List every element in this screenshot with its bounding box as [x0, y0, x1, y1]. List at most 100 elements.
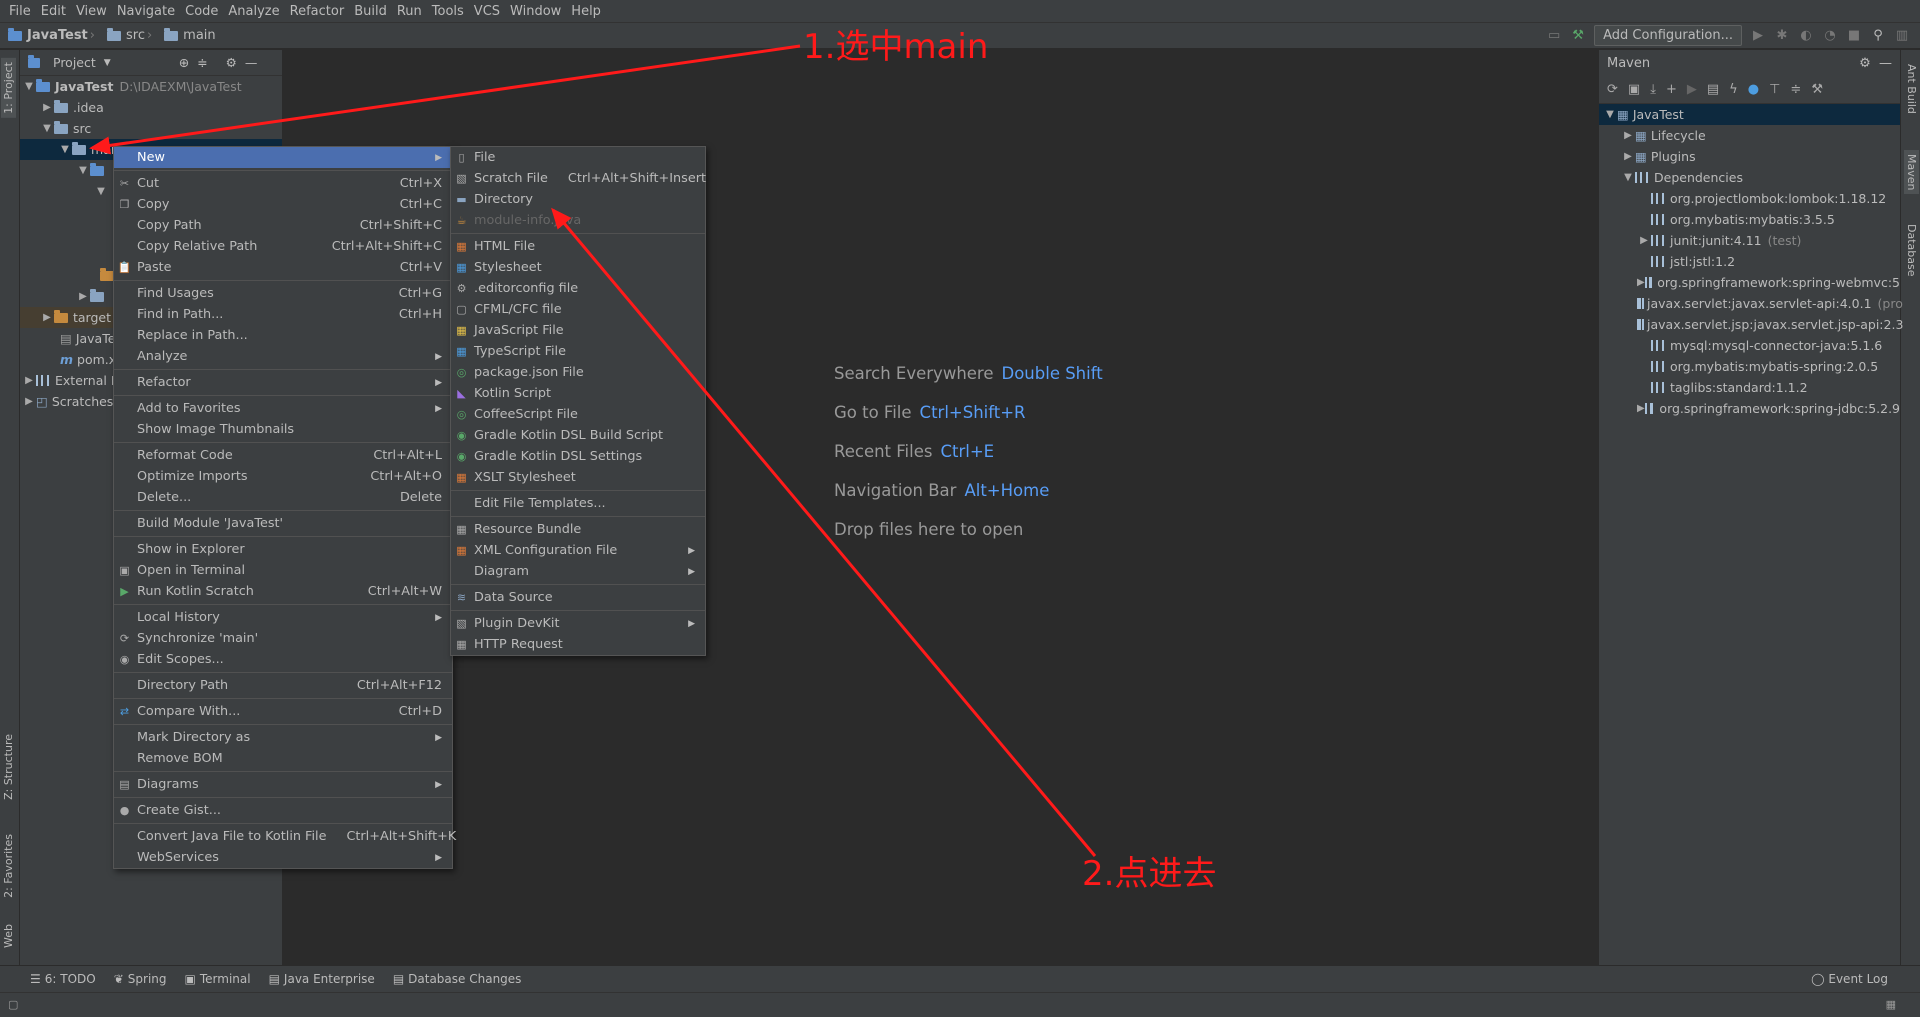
menu-item-show-in-explorer[interactable]: Show in Explorer — [114, 539, 452, 560]
menu-refactor[interactable]: Refactor — [285, 4, 350, 19]
menu-view[interactable]: View — [71, 4, 112, 19]
tree-row-src[interactable]: ▼ src — [20, 118, 282, 139]
menu-tools[interactable]: Tools — [427, 4, 469, 19]
maven-plugins[interactable]: ▶ ▦ Plugins — [1599, 146, 1900, 167]
debug-icon[interactable]: ✱ — [1774, 28, 1790, 44]
breadcrumb-project[interactable]: JavaTest › — [8, 27, 99, 43]
download-icon[interactable]: ⤓ — [1650, 82, 1656, 97]
gear-icon[interactable]: ⚙ — [226, 55, 237, 70]
menu-item-package-json-file[interactable]: ◎ package.json File — [451, 362, 705, 383]
menu-item-add-to-favorites[interactable]: Add to Favorites ▶ — [114, 398, 452, 419]
collapse-arrow-icon[interactable]: ▶ — [1637, 403, 1645, 414]
menu-item-synchronize-main[interactable]: ⟳ Synchronize 'main' — [114, 628, 452, 649]
expand-arrow-icon[interactable]: ▼ — [58, 144, 72, 155]
menu-item-paste[interactable]: 📋 Paste Ctrl+V — [114, 257, 452, 278]
tab-project[interactable]: 1: Project — [1, 58, 16, 118]
expand-arrow-icon[interactable]: ▼ — [94, 186, 108, 197]
search-icon[interactable]: ⚲ — [1870, 28, 1886, 44]
menu-item-editorconfig-file[interactable]: ⚙ .editorconfig file — [451, 278, 705, 299]
stop-icon[interactable]: ■ — [1846, 28, 1862, 44]
menu-item-diagram[interactable]: Diagram ▶ — [451, 561, 705, 582]
menu-window[interactable]: Window — [505, 4, 566, 19]
menu-analyze[interactable]: Analyze — [223, 4, 284, 19]
collapse-arrow-icon[interactable]: ▶ — [22, 396, 36, 407]
menu-item-mark-directory-as[interactable]: Mark Directory as ▶ — [114, 727, 452, 748]
menu-item-data-source[interactable]: ≋ Data Source — [451, 587, 705, 608]
reload-icon[interactable]: ⟳ — [1607, 82, 1618, 97]
run-icon[interactable]: ▶ — [1687, 82, 1697, 97]
project-view-selector[interactable]: Project — [53, 55, 96, 70]
maven-dependency-row[interactable]: ▶ junit:junit:4.11 (test) — [1599, 230, 1900, 251]
maven-dependency-row[interactable]: jstl:jstl:1.2 — [1599, 251, 1900, 272]
menu-build[interactable]: Build — [349, 4, 392, 19]
menu-item-copy-path[interactable]: Copy Path Ctrl+Shift+C — [114, 215, 452, 236]
menu-item-gradle-kotlin-dsl-build-script[interactable]: ◉ Gradle Kotlin DSL Build Script — [451, 425, 705, 446]
menu-item-optimize-imports[interactable]: Optimize Imports Ctrl+Alt+O — [114, 466, 452, 487]
menu-item-copy[interactable]: ❐ Copy Ctrl+C — [114, 194, 452, 215]
tree-row-idea[interactable]: ▶ .idea — [20, 97, 282, 118]
menu-code[interactable]: Code — [180, 4, 223, 19]
menu-item-show-image-thumbnails[interactable]: Show Image Thumbnails — [114, 419, 452, 440]
menu-item-open-in-terminal[interactable]: ▣ Open in Terminal — [114, 560, 452, 581]
menu-item-refactor[interactable]: Refactor ▶ — [114, 372, 452, 393]
maven-dependency-row[interactable]: javax.servlet.jsp:javax.servlet.jsp-api:… — [1599, 314, 1903, 335]
menu-item-reformat-code[interactable]: Reformat Code Ctrl+Alt+L — [114, 445, 452, 466]
menu-item-resource-bundle[interactable]: ▦ Resource Bundle — [451, 519, 705, 540]
menu-item-compare-with[interactable]: ⇄ Compare With... Ctrl+D — [114, 701, 452, 722]
maven-dependency-row[interactable]: ▶ org.springframework:spring-webmvc:5 — [1599, 272, 1900, 293]
bottom-tab[interactable]: ☰ 6: TODO — [30, 972, 96, 986]
collapse-all-icon[interactable]: ≑ — [1790, 82, 1801, 97]
show-dependencies-icon[interactable]: ⊤ — [1769, 82, 1780, 97]
build-hammer-icon[interactable]: ⚒ — [1570, 28, 1586, 44]
execute-goal-icon[interactable]: ▤ — [1707, 82, 1719, 97]
event-log-button[interactable]: ◯ Event Log — [1811, 972, 1888, 986]
menu-item-cut[interactable]: ✂ Cut Ctrl+X — [114, 173, 452, 194]
maven-lifecycle[interactable]: ▶ ▦ Lifecycle — [1599, 125, 1900, 146]
menu-item-webservices[interactable]: WebServices ▶ — [114, 847, 452, 868]
toggle-offline-icon[interactable]: ϟ — [1729, 82, 1738, 97]
menu-item-build-module-javatest[interactable]: Build Module 'JavaTest' — [114, 513, 452, 534]
layout-icon[interactable]: ▭ — [1546, 28, 1562, 44]
tab-web[interactable]: Web — [1, 920, 16, 952]
hide-icon[interactable]: — — [1879, 56, 1892, 71]
bottom-tab[interactable]: ▤ Database Changes — [393, 972, 522, 986]
menu-item-find-in-path[interactable]: Find in Path... Ctrl+H — [114, 304, 452, 325]
maven-dependency-row[interactable]: org.mybatis:mybatis:3.5.5 — [1599, 209, 1900, 230]
menu-item-gradle-kotlin-dsl-settings[interactable]: ◉ Gradle Kotlin DSL Settings — [451, 446, 705, 467]
expand-arrow-icon[interactable]: ▼ — [76, 165, 90, 176]
add-icon[interactable]: + — [1666, 82, 1677, 97]
menu-item-copy-relative-path[interactable]: Copy Relative Path Ctrl+Alt+Shift+C — [114, 236, 452, 257]
maven-dependency-row[interactable]: org.mybatis:mybatis-spring:2.0.5 — [1599, 356, 1900, 377]
generate-sources-icon[interactable]: ▣ — [1628, 82, 1640, 97]
collapse-icon[interactable]: ≑ — [197, 55, 207, 70]
menu-item-xml-configuration-file[interactable]: ▦ XML Configuration File ▶ — [451, 540, 705, 561]
menu-item-http-request[interactable]: ▦ HTTP Request — [451, 634, 705, 655]
menu-item-file[interactable]: ▯ File — [451, 147, 705, 168]
maven-dependency-row[interactable]: ▶ org.springframework:spring-jdbc:5.2.9 — [1599, 398, 1900, 419]
menu-item-javascript-file[interactable]: ▦ JavaScript File — [451, 320, 705, 341]
expand-arrow-icon[interactable]: ▼ — [1621, 172, 1635, 183]
menu-navigate[interactable]: Navigate — [112, 4, 180, 19]
breadcrumb-main[interactable]: main — [164, 27, 216, 43]
tab-database[interactable]: Database — [1904, 220, 1919, 281]
maven-dependency-row[interactable]: taglibs:standard:1.1.2 — [1599, 377, 1900, 398]
menu-item-replace-in-path[interactable]: Replace in Path... — [114, 325, 452, 346]
status-toggle-icon[interactable]: ▢ — [8, 998, 18, 1011]
add-configuration-button[interactable]: Add Configuration... — [1594, 25, 1742, 46]
gear-icon[interactable]: ⚙ — [1859, 56, 1871, 71]
collapse-arrow-icon[interactable]: ▶ — [22, 375, 36, 386]
hide-icon[interactable]: — — [245, 55, 258, 70]
menu-item-cfml-cfc-file[interactable]: ▢ CFML/CFC file — [451, 299, 705, 320]
expand-arrow-icon[interactable]: ▼ — [22, 81, 36, 92]
collapse-arrow-icon[interactable]: ▶ — [1637, 235, 1651, 246]
menu-run[interactable]: Run — [392, 4, 427, 19]
collapse-arrow-icon[interactable]: ▶ — [76, 291, 90, 302]
maven-dependency-row[interactable]: org.projectlombok:lombok:1.18.12 — [1599, 188, 1900, 209]
menu-help[interactable]: Help — [566, 4, 606, 19]
chevron-down-icon[interactable]: ▼ — [104, 58, 111, 68]
menu-item-run-kotlin-scratch[interactable]: ▶ Run Kotlin Scratch Ctrl+Alt+W — [114, 581, 452, 602]
menu-item-remove-bom[interactable]: Remove BOM — [114, 748, 452, 769]
maven-root-javatest[interactable]: ▼ ▦ JavaTest — [1599, 104, 1900, 125]
menu-file[interactable]: File — [4, 4, 36, 19]
menu-item-stylesheet[interactable]: ▦ Stylesheet — [451, 257, 705, 278]
